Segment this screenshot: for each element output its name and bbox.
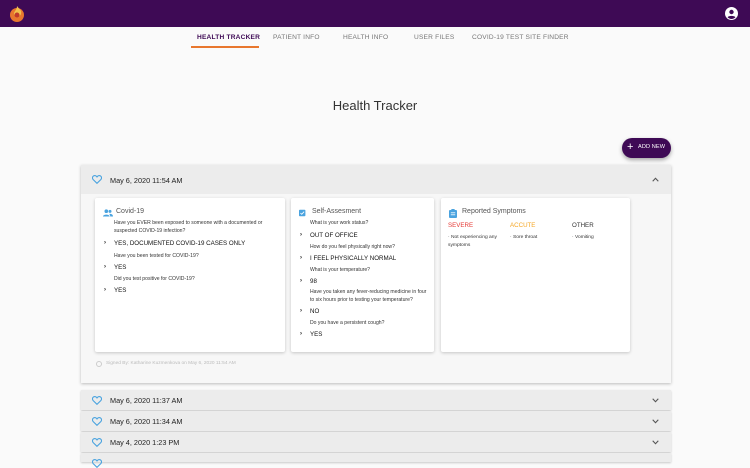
- chevron-down-icon[interactable]: [652, 398, 659, 403]
- answer: YES, DOCUMENTED COVID-19 CASES ONLY: [114, 240, 246, 247]
- question: Have you EVER been exposed to someone wi…: [114, 220, 263, 234]
- covid-card: Covid-19 Have you EVER been exposed to s…: [95, 198, 285, 352]
- signed-by-text: Signed By: Katharine Kuzmenkova on May 6…: [106, 361, 236, 366]
- tab-user-files[interactable]: USER FILES: [414, 34, 454, 41]
- question: Have you been tested for COVID-19?: [114, 253, 199, 259]
- chevron-down-icon[interactable]: [652, 419, 659, 424]
- entry-date: May 6, 2020 11:37 AM: [110, 396, 183, 405]
- active-tab-indicator: [191, 46, 259, 48]
- question: What is your temperature?: [310, 267, 371, 273]
- chevron-right-icon: ›: [104, 240, 106, 246]
- health-entry-collapsed[interactable]: May 6, 2020 11:37 AM: [81, 390, 671, 410]
- checkbox-icon: [299, 209, 306, 217]
- health-entry-collapsed[interactable]: May 4, 2020 1:23 PM: [81, 432, 671, 452]
- account-circle-icon[interactable]: [725, 7, 738, 20]
- chevron-right-icon: ›: [300, 308, 302, 314]
- self-assessment-card: Self-Assesment What is your work status?…: [291, 198, 434, 352]
- answer: YES: [310, 331, 323, 338]
- tab-health-info[interactable]: HEALTH INFO: [343, 34, 388, 41]
- heart-icon: [92, 417, 102, 426]
- add-new-button[interactable]: + ADD NEW: [622, 138, 671, 158]
- tab-patient-info[interactable]: PATIENT INFO: [273, 34, 320, 41]
- people-icon: [103, 209, 113, 217]
- card-title: Covid-19: [116, 208, 145, 215]
- health-entry-collapsed[interactable]: May 6, 2020 11:34 AM: [81, 411, 671, 431]
- severe-label: SEVERE: [448, 222, 474, 229]
- heart-icon: [92, 396, 102, 405]
- question: Did you test positive for COVID-19?: [114, 276, 195, 282]
- card-title: Reported Symptoms: [462, 208, 526, 215]
- entry-date: May 4, 2020 1:23 PM: [110, 438, 180, 447]
- question: Have you taken any fever-reducing medici…: [310, 289, 427, 303]
- heart-icon: [92, 438, 102, 447]
- question: What is your work status?: [310, 220, 369, 226]
- answer: YES: [114, 287, 127, 294]
- reported-symptoms-card: Reported Symptoms SEVERE · Not experienc…: [441, 198, 630, 352]
- answer: 98: [310, 278, 317, 285]
- card-title: Self-Assesment: [312, 208, 362, 215]
- clipboard-icon: [449, 209, 457, 218]
- chevron-up-icon[interactable]: [652, 177, 659, 182]
- chevron-right-icon: ›: [104, 287, 106, 293]
- chevron-down-icon[interactable]: [652, 440, 659, 445]
- page-title: Health Tracker: [332, 98, 418, 113]
- other-label: OTHER: [572, 222, 594, 229]
- chevron-right-icon: ›: [300, 331, 302, 337]
- nav-tabs: HEALTH TRACKER PATIENT INFO HEALTH INFO …: [0, 27, 750, 51]
- heart-icon: [92, 175, 102, 184]
- entry-header[interactable]: May 6, 2020 11:54 AM: [81, 165, 671, 194]
- add-new-label: ADD NEW: [638, 144, 666, 150]
- chevron-right-icon: ›: [300, 255, 302, 261]
- question: Do you have a persistent cough?: [310, 320, 385, 326]
- other-symptom: · Vomiting: [572, 235, 594, 240]
- entry-date: May 6, 2020 11:54 AM: [110, 176, 183, 185]
- answer: NO: [310, 308, 320, 315]
- answer: YES: [114, 264, 127, 271]
- app-logo-icon[interactable]: [8, 4, 26, 23]
- entry-date: May 6, 2020 11:34 AM: [110, 417, 183, 426]
- question: How do you feel physically right now?: [310, 244, 395, 250]
- acute-symptom: · Sore throat: [510, 235, 538, 240]
- chevron-right-icon: ›: [300, 232, 302, 238]
- tab-health-tracker[interactable]: HEALTH TRACKER: [197, 34, 260, 41]
- tab-covid-test-site-finder[interactable]: COVID-19 TEST SITE FINDER: [472, 34, 569, 41]
- plus-icon: +: [627, 141, 634, 153]
- top-app-bar: [0, 0, 750, 27]
- answer: OUT OF OFFICE: [310, 232, 358, 239]
- acute-label: ACCUTE: [510, 222, 536, 229]
- chevron-right-icon: ›: [104, 264, 106, 270]
- health-entry-collapsed-partial[interactable]: [81, 453, 671, 468]
- health-entry-expanded: May 6, 2020 11:54 AM Covid-19 Have you E…: [81, 165, 671, 383]
- answer: I FEEL PHYSICALLY NORMAL: [310, 255, 397, 262]
- chevron-right-icon: ›: [300, 278, 302, 284]
- severe-symptom: · Not experiencing any symptoms: [448, 235, 497, 248]
- heart-icon: [92, 459, 102, 468]
- signature-icon: [96, 361, 102, 367]
